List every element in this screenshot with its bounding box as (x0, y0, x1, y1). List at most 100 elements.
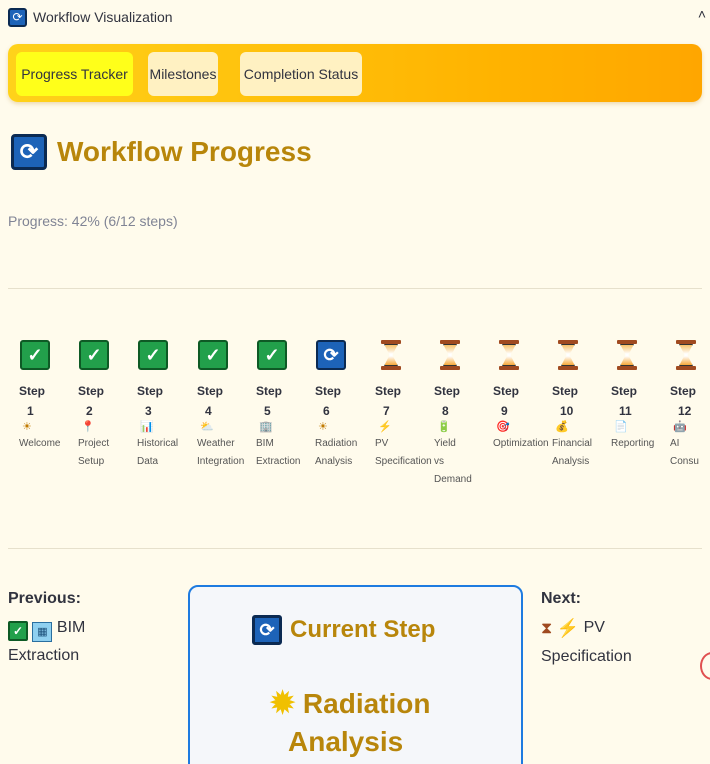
step-number: 1 (27, 404, 34, 418)
current-step-heading: Current Step (290, 616, 436, 643)
step-emoji-icon: 🏢 (259, 421, 273, 433)
refresh-icon: ⟳ (316, 340, 346, 370)
workflow-step-9: Step 9 🎯 Optimization (482, 340, 549, 453)
workflow-step-4: ✓ Step 4 ⛅ Weather Integration (186, 340, 246, 471)
hourglass-icon: ⧗ (541, 620, 553, 637)
step-word: Step (375, 384, 402, 398)
step-number: 6 (323, 404, 330, 418)
step-label-line: AI (670, 438, 680, 449)
workflow-step-10: Step 10 💰 Financial Analysis (541, 340, 601, 471)
divider (8, 548, 702, 549)
step-label-line: vs (434, 456, 444, 467)
hourglass-icon (612, 340, 642, 370)
check-icon: ✓ (198, 340, 228, 370)
step-number: 5 (264, 404, 271, 418)
next-heading: Next: (541, 590, 582, 607)
current-step-name-line2: Analysis (288, 726, 404, 757)
step-emoji-icon: ☀ (318, 421, 328, 433)
tab-completion-status[interactable]: Completion Status (240, 52, 362, 96)
chevron-up-icon[interactable]: ˄ (698, 6, 706, 22)
step-label-line: Optimization (493, 438, 549, 449)
step-label-line: Reporting (611, 438, 655, 449)
step-label: Optimization (493, 435, 549, 453)
step-label-line: Historical (137, 438, 179, 449)
current-step-name: ✹ Radiation Analysis (270, 685, 470, 761)
workflow-step-2: ✓ Step 2 📍 Project Setup (67, 340, 127, 471)
step-number: 9 (501, 404, 508, 418)
lightning-icon: ⚡ (556, 618, 580, 638)
step-label-line: Integration (197, 456, 245, 467)
step-emoji-icon: 📊 (140, 421, 154, 433)
check-icon: ✓ (138, 340, 168, 370)
previous-step-name: BIM (56, 619, 86, 636)
step-label-line: Analysis (552, 456, 590, 467)
floating-button-edge[interactable] (700, 652, 710, 680)
step-label: AI Consu (670, 435, 710, 471)
step-number: 8 (442, 404, 449, 418)
step-emoji-icon: 🤖 (673, 421, 687, 433)
step-label-line: Yield (434, 438, 456, 449)
step-word: Step (552, 384, 579, 398)
check-icon: ✓ (79, 340, 109, 370)
hourglass-icon (671, 340, 701, 370)
step-label-line: Project (78, 438, 110, 449)
step-number: 2 (86, 404, 93, 418)
step-number: 10 (560, 404, 574, 418)
divider (8, 288, 702, 289)
step-label: Weather Integration (197, 435, 246, 471)
step-emoji-icon: ☀ (22, 421, 32, 433)
next-step-name-cont: Specification (541, 648, 632, 665)
tab-bar: Progress Tracker Milestones Completion S… (8, 44, 702, 102)
workflow-step-7: Step 7 ⚡ PV Specification (364, 340, 432, 471)
step-word: Step (434, 384, 461, 398)
step-label: Project Setup (78, 435, 127, 471)
step-number: 3 (145, 404, 152, 418)
previous-step: Previous: ✓ ▦ BIM Extraction (8, 590, 178, 670)
step-label-line: Setup (78, 456, 105, 467)
tab-progress-tracker[interactable]: Progress Tracker (16, 52, 133, 96)
step-label: Reporting (611, 435, 660, 453)
step-label-line: Data (137, 456, 159, 467)
workflow-step-11: Step 11 📄 Reporting (600, 340, 660, 453)
page-title: Workflow Progress (57, 136, 312, 167)
hourglass-icon (376, 340, 406, 370)
step-label: Financial Analysis (552, 435, 601, 471)
step-emoji-icon: 📄 (614, 421, 628, 433)
step-label: Historical Data (137, 435, 186, 471)
step-emoji-icon: 🔋 (437, 421, 451, 433)
step-label-line: Extraction (256, 456, 301, 467)
expander-title: Workflow Visualization (33, 9, 173, 25)
step-emoji-icon: 📍 (81, 421, 95, 433)
step-emoji-icon: 🎯 (496, 421, 510, 433)
step-word: Step (19, 384, 46, 398)
progress-text: Progress: 42% (6/12 steps) (8, 213, 178, 229)
step-label-line: Demand (434, 474, 472, 485)
previous-step-name-cont: Extraction (8, 647, 80, 664)
check-icon: ✓ (20, 340, 50, 370)
hourglass-icon (553, 340, 583, 370)
workflow-step-1: ✓ Step 1 ☀ Welcome (8, 340, 68, 453)
workflow-step-6: ⟳ Step 6 ☀ Radiation Analysis (304, 340, 364, 471)
step-emoji-icon: 💰 (555, 421, 569, 433)
step-label-line: Analysis (315, 456, 353, 467)
step-label-line: Welcome (19, 438, 61, 449)
step-word: Step (137, 384, 164, 398)
tab-milestones[interactable]: Milestones (148, 52, 218, 96)
step-word: Step (611, 384, 638, 398)
building-icon: ▦ (32, 622, 53, 642)
step-label-line: BIM (256, 438, 274, 449)
step-label: Radiation Analysis (315, 435, 364, 471)
step-label-line: Specification (375, 456, 432, 467)
previous-heading: Previous: (8, 590, 81, 607)
workflow-expander-header[interactable]: ⟳ Workflow Visualization ˄ (8, 4, 710, 30)
step-word: Step (197, 384, 224, 398)
sun-icon: ✹ (270, 687, 296, 720)
step-label: PV Specification (375, 435, 432, 471)
step-label-line: PV (375, 438, 389, 449)
step-number: 12 (678, 404, 692, 418)
step-label: Welcome (19, 435, 68, 453)
workflow-step-3: ✓ Step 3 📊 Historical Data (126, 340, 186, 471)
step-label: Yield vs Demand (434, 435, 483, 489)
check-icon: ✓ (8, 621, 28, 641)
workflow-step-12: Step 12 🤖 AI Consu (659, 340, 710, 471)
